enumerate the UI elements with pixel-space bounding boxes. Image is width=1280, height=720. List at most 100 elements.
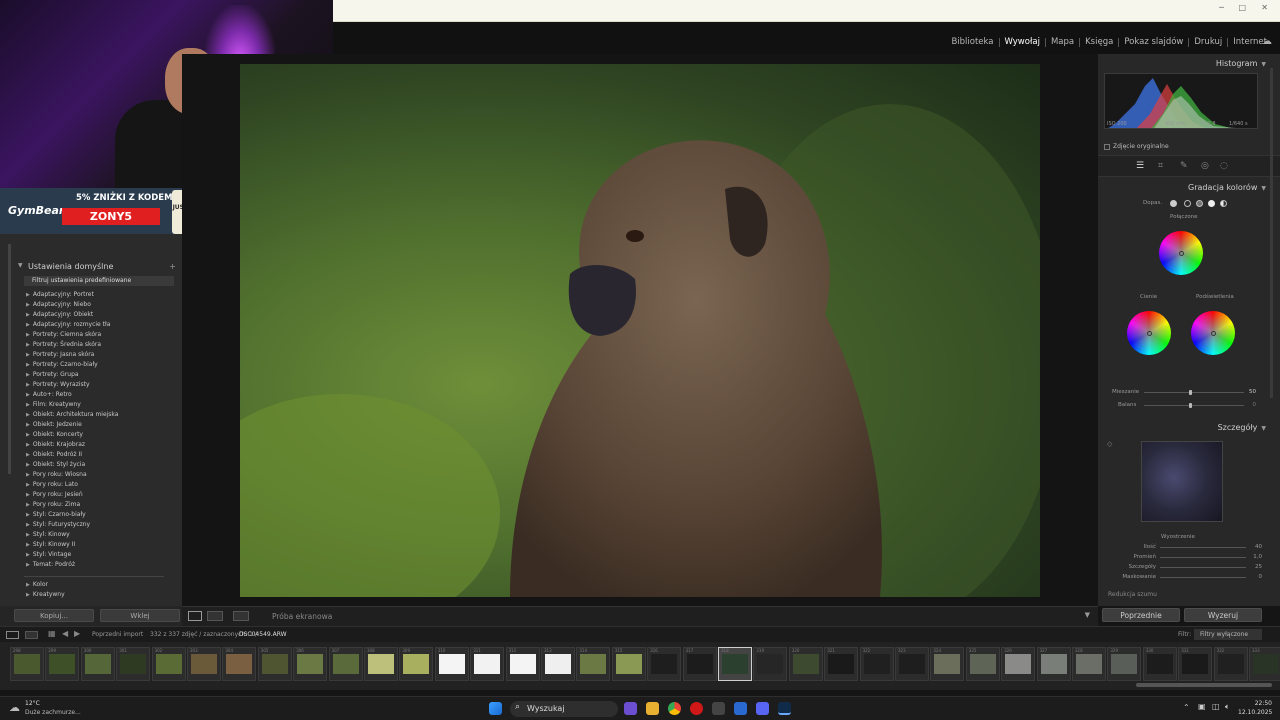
edit-sliders-icon[interactable]: ☰ (1136, 161, 1144, 171)
filmstrip-thumbnail[interactable]: 314 (576, 647, 611, 681)
preset-item[interactable]: ▶ Obiekt: Koncerty (26, 430, 118, 440)
tray-app-icon[interactable]: ▣ (1198, 702, 1206, 711)
healing-icon[interactable]: ✎ (1180, 161, 1188, 171)
sharpen-row-slider[interactable] (1160, 547, 1246, 548)
filename-label[interactable]: DSC04549.ARW (239, 631, 287, 638)
filmstrip-thumbnail[interactable]: 324 (930, 647, 965, 681)
preset-item[interactable]: ▶ Obiekt: Jedzenie (26, 420, 118, 430)
filmstrip-thumbnail[interactable]: 317 (682, 647, 717, 681)
filmstrip-thumbnail[interactable]: 312 (505, 647, 540, 681)
filmstrip-thumbnail[interactable]: 309 (399, 647, 434, 681)
weather-desc[interactable]: Duże zachmurze... (25, 709, 81, 716)
wheel-handle[interactable] (1210, 330, 1216, 336)
preset-item[interactable]: ▶ Adaptacyjny: Portret (26, 290, 118, 300)
folder-icon[interactable] (646, 702, 659, 715)
filmstrip-thumbnail[interactable]: 300 (80, 647, 115, 681)
filmstrip-thumbnail[interactable]: 330 (1142, 647, 1177, 681)
color-grading-header[interactable]: Gradacja kolorów ▼ (1188, 183, 1266, 192)
preset-item[interactable]: ▶ Portrety: Jasna skóra (26, 350, 118, 360)
original-photo-checkbox[interactable] (1104, 144, 1110, 150)
toolbar-menu-icon[interactable]: ▼ (1085, 611, 1090, 619)
wheel-handle[interactable] (1146, 330, 1152, 336)
preset-group[interactable]: ▶ Kolor (26, 580, 65, 590)
preset-item[interactable]: ▶ Obiekt: Krajobraz (26, 440, 118, 450)
discord-icon[interactable] (756, 702, 769, 715)
before-after-icon[interactable] (207, 611, 223, 621)
preset-filter-row[interactable]: Filtruj ustawienia predefiniowane (24, 276, 174, 286)
back-arrow-icon[interactable]: ◀ (62, 629, 68, 638)
grid-view-icon[interactable]: ▦ (48, 629, 56, 638)
reset-button[interactable]: Wyzeruj (1184, 608, 1262, 622)
filmstrip-thumbnail[interactable]: 310 (434, 647, 469, 681)
network-icon[interactable]: ◫ (1212, 702, 1220, 711)
sharpen-row-slider[interactable] (1160, 577, 1246, 578)
preset-item[interactable]: ▶ Obiekt: Architektura miejska (26, 410, 118, 420)
preset-item[interactable]: ▶ Adaptacyjny: Obiekt (26, 310, 118, 320)
global-color-wheel[interactable] (1159, 231, 1203, 275)
paste-settings-button[interactable]: Wklej (100, 609, 180, 622)
filmstrip-thumbnail[interactable]: 323 (895, 647, 929, 681)
preset-item[interactable]: ▶ Styl: Kinowy (26, 530, 118, 540)
preset-item[interactable]: ▶ Pory roku: Jesień (26, 490, 118, 500)
preset-item[interactable]: ▶ Pory roku: Wiosna (26, 470, 118, 480)
filmstrip-thumbnail[interactable]: 327 (1036, 647, 1071, 681)
module-develop[interactable]: Wywołaj (1000, 38, 1046, 47)
weather-temp[interactable]: 12°C (25, 700, 40, 707)
global-mode-icon[interactable] (1220, 200, 1227, 207)
cloud-icon[interactable]: ☁ (1262, 36, 1272, 47)
crop-icon[interactable]: ⌗ (1158, 161, 1163, 171)
app-icon[interactable] (712, 702, 725, 715)
copilot-icon[interactable] (624, 702, 637, 715)
masking-icon[interactable]: ◌ (1220, 161, 1228, 171)
preset-item[interactable]: ▶ Pory roku: Lato (26, 480, 118, 490)
forward-arrow-icon[interactable]: ▶ (74, 629, 80, 638)
highlights-color-wheel[interactable] (1191, 311, 1235, 355)
filmstrip-thumbnail[interactable]: 315 (611, 647, 646, 681)
filmstrip-thumbnail[interactable]: 322 (859, 647, 894, 681)
module-book[interactable]: Księga (1080, 38, 1120, 47)
preset-item[interactable]: ▶ Styl: Kinowy II (26, 540, 118, 550)
filmstrip-thumbnail[interactable]: 319 (753, 647, 788, 681)
slider-knob[interactable] (1189, 403, 1192, 408)
mail-icon[interactable] (734, 702, 747, 715)
filmstrip-thumbnail[interactable]: 328 (1072, 647, 1106, 681)
clock-time[interactable]: 22:50 (1242, 700, 1272, 707)
filmstrip-thumbnail[interactable]: 331 (1178, 647, 1213, 681)
copy-settings-button[interactable]: Kopiuj... (14, 609, 94, 622)
module-library[interactable]: Biblioteka (946, 38, 1000, 47)
add-preset-icon[interactable]: + (169, 262, 176, 271)
module-map[interactable]: Mapa (1046, 38, 1081, 47)
filmstrip-thumbnail[interactable]: 305 (257, 647, 292, 681)
red-eye-icon[interactable]: ◎ (1201, 161, 1209, 171)
shadows-mode-icon[interactable] (1184, 200, 1191, 207)
source-label[interactable]: Poprzedni import (92, 631, 143, 638)
clock-date[interactable]: 12.10.2025 (1238, 709, 1272, 716)
preset-item[interactable]: ▶ Obiekt: Podróż II (26, 450, 118, 460)
midtones-mode-icon[interactable] (1196, 200, 1203, 207)
filmstrip-thumbnail[interactable]: 313 (541, 647, 575, 681)
maximize-icon[interactable]: □ (1238, 3, 1246, 12)
presets-section-title[interactable]: Ustawienia domyślne (28, 262, 113, 271)
filmstrip-thumbnail[interactable]: 298 (10, 647, 44, 681)
preset-item[interactable]: ▶ Pory roku: Zima (26, 500, 118, 510)
balance-slider[interactable] (1144, 403, 1244, 408)
right-scrollbar[interactable] (1270, 68, 1273, 398)
filmstrip-scrollbar[interactable] (1136, 683, 1272, 687)
filmstrip-thumbnail[interactable]: 316 (647, 647, 682, 681)
filmstrip-thumbnail[interactable]: 333 (1249, 647, 1280, 681)
compare-view-icon[interactable] (233, 611, 249, 621)
preset-item[interactable]: ▶ Portrety: Średnia skóra (26, 340, 118, 350)
volume-icon[interactable]: 🔈︎ (1225, 702, 1230, 712)
preset-item[interactable]: ▶ Obiekt: Styl życia (26, 460, 118, 470)
details-header[interactable]: Szczegóły ▼ (1218, 423, 1266, 432)
loupe-view-icon[interactable] (188, 611, 202, 621)
filmstrip-thumbnail[interactable]: 304 (222, 647, 257, 681)
filmstrip-thumbnail[interactable]: 325 (965, 647, 1000, 681)
three-way-icon[interactable] (1170, 200, 1177, 207)
preset-item[interactable]: ▶ Portrety: Wyrazisty (26, 380, 118, 390)
chrome-icon[interactable] (668, 702, 681, 715)
filmstrip-thumbnail[interactable]: 301 (116, 647, 151, 681)
filmstrip-thumbnail[interactable]: 306 (293, 647, 328, 681)
filmstrip-thumbnail[interactable]: 321 (824, 647, 859, 681)
target-icon[interactable]: ◇ (1107, 440, 1112, 448)
